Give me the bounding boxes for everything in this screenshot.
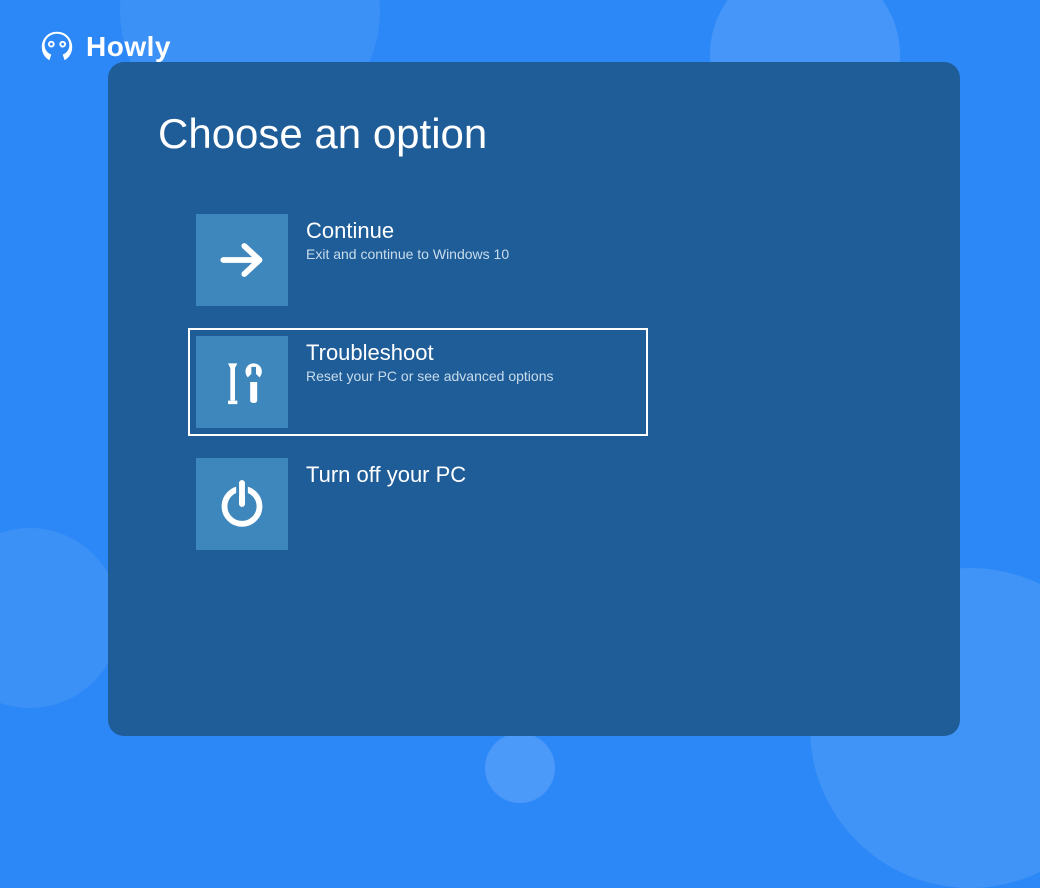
arrow-right-icon bbox=[214, 232, 270, 288]
option-tile bbox=[196, 458, 288, 550]
tools-icon bbox=[214, 354, 270, 410]
bg-circle bbox=[485, 733, 555, 803]
brand-logo: Howly bbox=[38, 28, 171, 66]
option-turn-off[interactable]: Turn off your PC bbox=[188, 450, 648, 558]
option-text: Turn off your PC bbox=[306, 458, 466, 490]
brand-name: Howly bbox=[86, 31, 171, 63]
options-list: Continue Exit and continue to Windows 10… bbox=[188, 206, 910, 558]
recovery-panel: Choose an option Continue Exit and conti… bbox=[108, 62, 960, 736]
page-title: Choose an option bbox=[158, 110, 910, 158]
option-tile bbox=[196, 336, 288, 428]
power-icon bbox=[214, 476, 270, 532]
option-text: Continue Exit and continue to Windows 10 bbox=[306, 214, 509, 262]
option-desc: Exit and continue to Windows 10 bbox=[306, 246, 509, 262]
owl-icon bbox=[38, 28, 76, 66]
option-tile bbox=[196, 214, 288, 306]
option-title: Continue bbox=[306, 218, 509, 244]
bg-circle bbox=[0, 528, 120, 708]
option-title: Troubleshoot bbox=[306, 340, 553, 366]
option-troubleshoot[interactable]: Troubleshoot Reset your PC or see advanc… bbox=[188, 328, 648, 436]
option-text: Troubleshoot Reset your PC or see advanc… bbox=[306, 336, 553, 384]
option-title: Turn off your PC bbox=[306, 462, 466, 488]
option-continue[interactable]: Continue Exit and continue to Windows 10 bbox=[188, 206, 648, 314]
option-desc: Reset your PC or see advanced options bbox=[306, 368, 553, 384]
